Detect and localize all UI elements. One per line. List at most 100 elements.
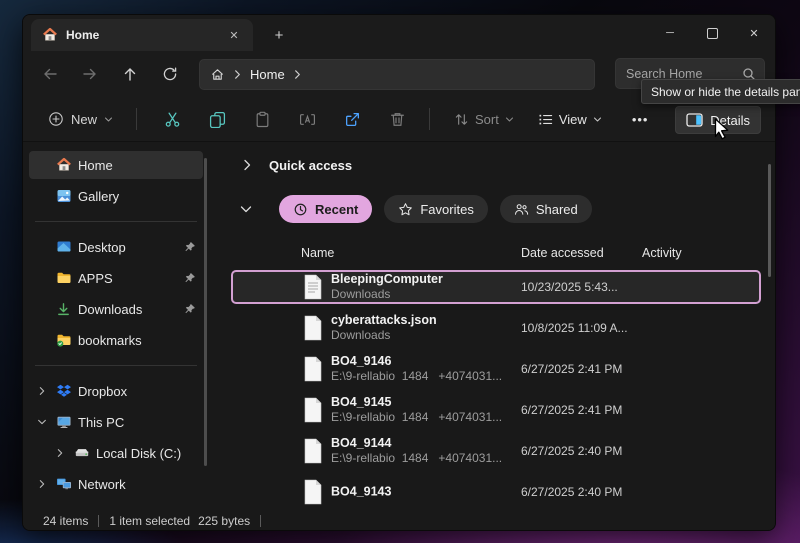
people-icon xyxy=(514,202,529,217)
breadcrumb-home-icon[interactable] xyxy=(210,67,225,82)
file-name: BleepingComputer xyxy=(331,272,443,287)
sidebar-item-local-disk-c[interactable]: Local Disk (C:) xyxy=(47,439,203,467)
sidebar-separator xyxy=(35,365,197,366)
sidebar-item-label: Network xyxy=(78,477,197,492)
up-button[interactable] xyxy=(113,58,147,90)
selection-count: 1 item selected xyxy=(109,514,190,528)
see-more-button[interactable]: ••• xyxy=(624,106,657,133)
new-button[interactable]: New xyxy=(39,106,122,132)
rename-button[interactable] xyxy=(289,103,325,135)
view-button[interactable]: View xyxy=(530,106,610,133)
file-name: cyberattacks.json xyxy=(331,313,437,328)
tab-close-icon[interactable]: ✕ xyxy=(225,26,243,44)
breadcrumb-chevron-icon xyxy=(232,69,243,80)
table-row-bo4-9146[interactable]: BO4_9146 E:\9-rellabio 1484 +4074031... … xyxy=(231,352,761,386)
gallery-icon xyxy=(55,188,72,205)
maximize-icon xyxy=(707,28,718,39)
forward-button[interactable] xyxy=(73,58,107,90)
sidebar-item-gallery[interactable]: Gallery xyxy=(29,182,203,210)
sidebar-item-downloads[interactable]: Downloads xyxy=(29,295,203,323)
tab-title: Home xyxy=(66,28,217,42)
sidebar-item-bookmarks[interactable]: bookmarks xyxy=(29,326,203,354)
breadcrumb[interactable]: Home xyxy=(199,59,595,90)
chevron-right-icon[interactable] xyxy=(35,479,49,489)
sidebar-item-apps[interactable]: APPS xyxy=(29,264,203,292)
file-name: BO4_9143 xyxy=(331,485,391,500)
document-icon xyxy=(303,438,323,464)
circle-plus-icon xyxy=(48,111,64,127)
main-area: Home Gallery Desktop xyxy=(23,142,775,511)
table-row-bleepingcomputer[interactable]: BleepingComputer Downloads 10/23/2025 5:… xyxy=(231,270,761,304)
chevron-down-icon xyxy=(104,115,113,124)
file-name: BO4_9145 xyxy=(331,395,502,410)
document-icon xyxy=(303,479,323,505)
chevron-down-icon[interactable] xyxy=(35,417,49,427)
filter-pill-label: Favorites xyxy=(420,202,473,217)
file-rows: BleepingComputer Downloads 10/23/2025 5:… xyxy=(231,270,775,509)
chevron-right-icon[interactable] xyxy=(241,159,253,171)
file-location: Downloads xyxy=(331,328,437,343)
breadcrumb-segment-home[interactable]: Home xyxy=(250,67,285,82)
breadcrumb-chevron-icon[interactable] xyxy=(292,69,303,80)
back-button[interactable] xyxy=(33,58,67,90)
toolbar-divider xyxy=(136,108,137,130)
table-row-bo4-9143[interactable]: BO4_9143 6/27/2025 2:40 PM xyxy=(231,475,761,509)
paste-button[interactable] xyxy=(244,103,280,135)
close-button[interactable]: ✕ xyxy=(733,15,775,51)
table-row-bo4-9145[interactable]: BO4_9145 E:\9-rellabio 1484 +4074031... … xyxy=(231,393,761,427)
delete-button[interactable] xyxy=(379,103,415,135)
filter-pill-favorites[interactable]: Favorites xyxy=(384,195,487,223)
sort-button[interactable]: Sort xyxy=(446,106,522,133)
share-button[interactable] xyxy=(334,103,370,135)
minimize-button[interactable]: ─ xyxy=(649,15,691,51)
sidebar-item-home[interactable]: Home xyxy=(29,151,203,179)
status-divider xyxy=(260,515,261,527)
sidebar-scrollbar[interactable] xyxy=(204,158,207,466)
file-date-accessed: 6/27/2025 2:41 PM xyxy=(521,403,622,417)
maximize-button[interactable] xyxy=(691,15,733,51)
sidebar-item-desktop[interactable]: Desktop xyxy=(29,233,203,261)
column-header-name[interactable]: Name xyxy=(301,246,521,260)
sort-arrows-icon xyxy=(454,112,469,127)
tab-home[interactable]: Home ✕ xyxy=(31,19,253,51)
sidebar-item-label: Gallery xyxy=(78,189,197,204)
table-row-bo4-9144[interactable]: BO4_9144 E:\9-rellabio 1484 +4074031... … xyxy=(231,434,761,468)
filter-pill-shared[interactable]: Shared xyxy=(500,195,592,223)
status-divider xyxy=(98,515,99,527)
file-date-accessed: 10/23/2025 5:43... xyxy=(521,280,618,294)
chevron-down-icon[interactable] xyxy=(239,203,253,215)
file-location: E:\9-rellabio 1484 +4074031... xyxy=(331,451,502,466)
cut-button[interactable] xyxy=(154,103,190,135)
clock-icon xyxy=(293,202,308,217)
window-controls: ─ ✕ xyxy=(649,15,775,51)
chevron-right-icon[interactable] xyxy=(53,448,67,458)
quick-access-section[interactable]: Quick access xyxy=(241,152,775,178)
view-button-label: View xyxy=(559,112,587,127)
copy-button[interactable] xyxy=(199,103,235,135)
filter-pill-recent[interactable]: Recent xyxy=(279,195,372,223)
sidebar-item-label: Dropbox xyxy=(78,384,197,399)
status-bar: 24 items 1 item selected 225 bytes xyxy=(23,511,775,530)
table-row-cyberattacks-json[interactable]: cyberattacks.json Downloads 10/8/2025 11… xyxy=(231,311,761,345)
column-header-activity[interactable]: Activity xyxy=(642,246,682,260)
document-icon xyxy=(303,315,323,341)
desktop-icon xyxy=(55,239,72,256)
file-list-scrollbar[interactable] xyxy=(768,164,771,277)
disk-drive-icon xyxy=(73,445,90,462)
column-header-date-accessed[interactable]: Date accessed xyxy=(521,246,642,260)
file-name: BO4_9146 xyxy=(331,354,502,369)
items-count: 24 items xyxy=(43,514,88,528)
document-icon xyxy=(303,397,323,423)
sidebar-item-network[interactable]: Network xyxy=(29,470,203,498)
file-location: E:\9-rellabio 1484 +4074031... xyxy=(331,369,502,384)
new-tab-button[interactable]: + xyxy=(267,23,291,47)
chevron-right-icon[interactable] xyxy=(35,386,49,396)
sidebar-item-dropbox[interactable]: Dropbox xyxy=(29,377,203,405)
file-date-accessed: 6/27/2025 2:41 PM xyxy=(521,362,622,376)
file-location: E:\9-rellabio 1484 +4074031... xyxy=(331,410,502,425)
refresh-button[interactable] xyxy=(153,58,187,90)
selection-size: 225 bytes xyxy=(198,514,250,528)
sidebar-item-label: Local Disk (C:) xyxy=(96,446,197,461)
file-location: Downloads xyxy=(331,287,443,302)
sidebar-item-this-pc[interactable]: This PC xyxy=(29,408,203,436)
